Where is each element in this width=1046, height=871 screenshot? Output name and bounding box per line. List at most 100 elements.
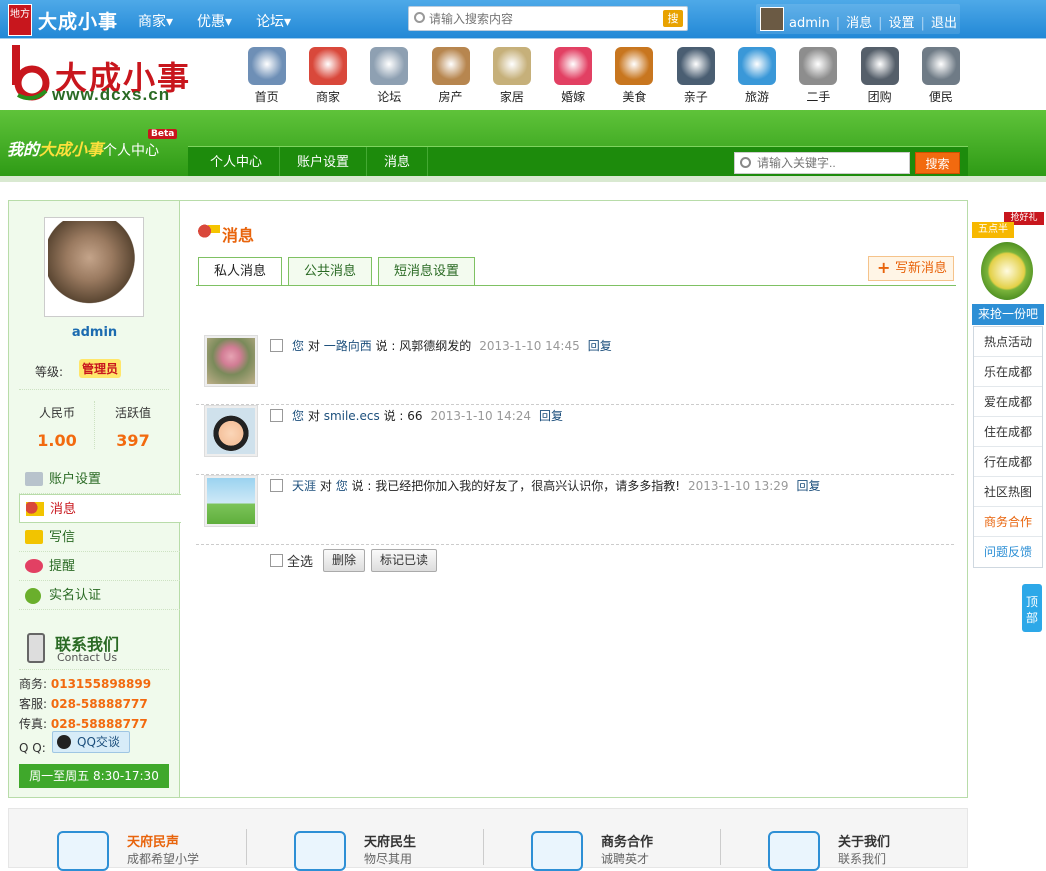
category-label: 家居	[499, 90, 524, 104]
sidebar-item-verify[interactable]: 实名认证	[19, 581, 180, 610]
category-9[interactable]: 二手	[788, 47, 849, 105]
category-10[interactable]: 团购	[849, 47, 910, 105]
user-links: admin | 消息 | 设置 | 退出	[789, 16, 957, 31]
contact-subtitle: Contact Us	[57, 651, 118, 664]
category-5[interactable]: 婚嫁	[542, 47, 603, 105]
sender-avatar[interactable]	[204, 475, 258, 527]
top-logo[interactable]: 大成小事	[38, 7, 118, 34]
category-label: 论坛	[377, 90, 402, 104]
megaphone-icon	[531, 831, 583, 871]
beta-badge: Beta	[148, 129, 178, 139]
qq-chat-button[interactable]: QQ交谈	[52, 731, 130, 753]
top-search-button[interactable]: 搜	[663, 10, 683, 27]
site-header: 大成小事 www.dcxs.cn 首页 商家 论坛 房产 家居 婚嫁 美食 亲子 旅游 二手 团购便…	[0, 38, 1046, 110]
reply-link[interactable]: 回复	[588, 339, 612, 353]
category-8[interactable]: 旅游	[726, 47, 787, 105]
stat-activity: 活跃值 397	[114, 406, 151, 450]
category-label: 首页	[254, 90, 279, 104]
qq-label: Q Q:	[19, 741, 46, 755]
category-4[interactable]: 家居	[481, 47, 542, 105]
nav-deals[interactable]: 优惠▾	[197, 11, 232, 31]
sidebar-item-account[interactable]: 账户设置	[19, 465, 180, 494]
camera-icon	[860, 47, 899, 85]
working-hours: 周一至周五 8:30-17:30	[19, 764, 169, 788]
keyword-search-input[interactable]	[757, 155, 907, 171]
logout-link[interactable]: 退出	[931, 16, 957, 31]
sidebar-item-write[interactable]: 写信	[19, 523, 180, 552]
message-tabs: 私人消息 公共消息 短消息设置	[198, 257, 476, 286]
user-center-title: 我的大成小事个人中心	[7, 140, 160, 159]
reply-link[interactable]: 回复	[539, 409, 563, 423]
promo-widget[interactable]: 抢好礼 五点半 来抢一份吧	[972, 212, 1044, 325]
penguin-icon	[676, 47, 715, 85]
tab-private-messages[interactable]: 私人消息	[198, 257, 283, 286]
nav-merchant[interactable]: 商家▾	[138, 11, 173, 31]
logo-b-icon[interactable]	[10, 45, 50, 101]
category-0[interactable]: 首页	[236, 47, 297, 105]
profile-username[interactable]: admin	[9, 325, 180, 340]
category-1[interactable]: 商家	[297, 47, 358, 105]
nav-forum[interactable]: 论坛▾	[256, 11, 291, 31]
quick-link-love[interactable]: 爱在成都	[974, 387, 1042, 417]
back-to-top-button[interactable]: 顶部	[1022, 584, 1042, 632]
sidebar-item-messages[interactable]: 消息	[19, 494, 181, 523]
calendar-icon	[308, 47, 347, 85]
message-checkbox[interactable]	[270, 479, 283, 492]
monitor-icon	[768, 831, 820, 871]
message-checkbox[interactable]	[270, 409, 283, 422]
footer: 天府民声 成都希望小学 天府民生 物尽其用 商务合作 诚聘英才 关于我们 联系我…	[8, 808, 968, 871]
grab-one-button[interactable]: 来抢一份吧	[972, 304, 1044, 325]
sender-avatar[interactable]	[204, 405, 258, 457]
quick-link-hot[interactable]: 热点活动	[974, 327, 1042, 357]
category-label: 商家	[315, 90, 340, 104]
heart-icon	[554, 47, 593, 85]
category-6[interactable]: 美食	[604, 47, 665, 105]
settings-link[interactable]: 设置	[889, 16, 915, 31]
top-nav: 商家▾ 优惠▾ 论坛▾	[138, 11, 291, 31]
username-link[interactable]: admin	[789, 16, 830, 31]
select-all-checkbox[interactable]	[270, 554, 283, 567]
select-all-label[interactable]: 全选	[287, 551, 313, 570]
category-label: 房产	[438, 90, 463, 104]
top-search-input[interactable]	[429, 10, 659, 27]
category-label: 旅游	[745, 90, 770, 104]
message-text: 您 对 一路向西 说 : 风郭德纲发的 2013-1-10 14:45 回复	[292, 339, 612, 353]
quick-link-photos[interactable]: 社区热图	[974, 477, 1042, 507]
category-2[interactable]: 论坛	[359, 47, 420, 105]
tab-message-settings[interactable]: 短消息设置	[378, 257, 476, 285]
quick-links: 热点活动 乐在成都 爱在成都 住在成都 行在成都 社区热图 商务合作 问题反馈	[973, 326, 1043, 568]
sidebar-item-reminder[interactable]: 提醒	[19, 552, 180, 581]
quick-link-business[interactable]: 商务合作	[974, 507, 1042, 537]
sidebar-menu: 账户设置 消息 写信 提醒 实名认证	[19, 465, 181, 610]
keyword-search-button[interactable]: 搜索	[915, 152, 960, 174]
id-card-icon	[25, 472, 43, 486]
messages-link[interactable]: 消息	[846, 16, 872, 31]
user-avatar[interactable]	[760, 7, 784, 31]
local-badge[interactable]: 地方	[8, 4, 32, 36]
category-7[interactable]: 亲子	[665, 47, 726, 105]
alarm-clock-icon	[981, 242, 1033, 300]
reply-link[interactable]: 回复	[797, 479, 821, 493]
tab-public-messages[interactable]: 公共消息	[288, 257, 373, 285]
message-icon	[26, 502, 44, 516]
time-tag: 五点半	[972, 222, 1014, 238]
category-3[interactable]: 房产	[420, 47, 481, 105]
quick-link-travel[interactable]: 行在成都	[974, 447, 1042, 477]
category-11[interactable]: 便民	[910, 47, 971, 105]
write-message-button[interactable]: + 写新消息	[868, 256, 954, 281]
message-checkbox[interactable]	[270, 339, 283, 352]
category-label: 便民	[928, 90, 953, 104]
level-label: 等级:	[35, 365, 64, 379]
level-badge: 管理员	[79, 359, 122, 378]
mark-read-button[interactable]: 标记已读	[371, 549, 438, 572]
message-row: 您 对 一路向西 说 : 风郭德纲发的 2013-1-10 14:45 回复	[196, 335, 954, 405]
sender-avatar[interactable]	[204, 335, 258, 387]
top-bar: 地方 大成小事 商家▾ 优惠▾ 论坛▾ 搜 admin|消息|设置|退出	[0, 0, 1046, 38]
globe-icon	[738, 47, 777, 85]
profile-avatar[interactable]	[44, 217, 144, 317]
quick-link-live[interactable]: 住在成都	[974, 417, 1042, 447]
delete-button[interactable]: 删除	[323, 549, 366, 572]
bulk-actions: 全选 删除 标记已读	[270, 549, 443, 572]
quick-link-feedback[interactable]: 问题反馈	[974, 537, 1042, 567]
quick-link-fun[interactable]: 乐在成都	[974, 357, 1042, 387]
